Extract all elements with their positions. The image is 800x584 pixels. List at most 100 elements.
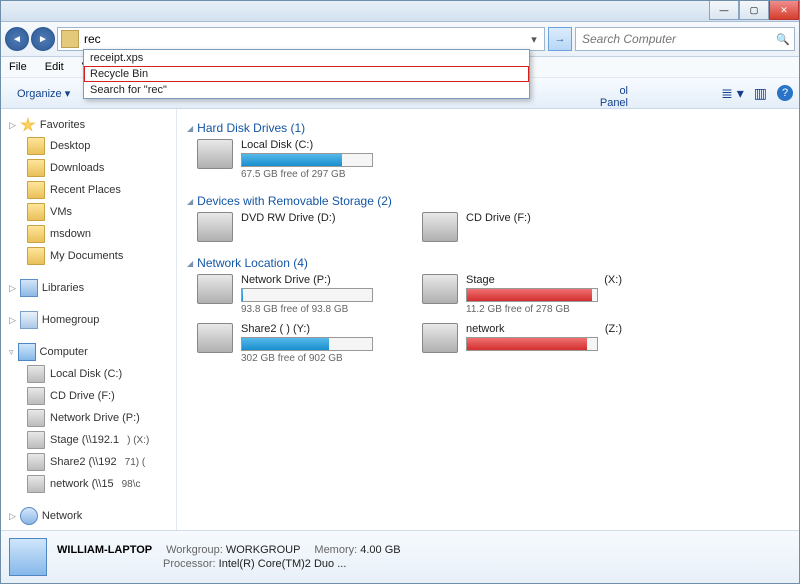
titlebar: — ▢ ✕ [1, 1, 799, 22]
homegroup-header[interactable]: ▷Homegroup [9, 309, 174, 331]
drive-network-p[interactable]: Network Drive (P:) 93.8 GB free of 93.8 … [197, 274, 397, 315]
usage-bar [466, 337, 598, 351]
minimize-button[interactable]: — [709, 1, 739, 20]
drive-network-z[interactable]: network(Z:) [422, 323, 622, 364]
address-input[interactable] [82, 31, 527, 47]
folder-icon [27, 159, 45, 177]
collapse-icon: ▷ [9, 315, 16, 326]
usage-bar [466, 288, 598, 302]
collapse-icon: ◢ [187, 124, 193, 133]
drive-local-c[interactable]: Local Disk (C:) 67.5 GB free of 297 GB [197, 139, 397, 180]
dvd-icon [197, 212, 233, 242]
sidebar-item-share2[interactable]: Share2 (\\19271) ( [9, 451, 174, 473]
collapse-icon: ◢ [187, 197, 193, 206]
hdd-icon [197, 139, 233, 169]
sidebar-item-localdisk[interactable]: Local Disk (C:) [9, 363, 174, 385]
menu-edit[interactable]: Edit [41, 60, 68, 74]
favorites-group: ▷ Favorites Desktop Downloads Recent Pla… [9, 115, 174, 267]
drive-dvd[interactable]: DVD RW Drive (D:) [197, 212, 397, 242]
drive-icon [27, 475, 45, 493]
usage-text: 302 GB free of 902 GB [241, 353, 397, 364]
suggestion-item[interactable]: Recycle Bin [84, 66, 529, 82]
libraries-group: ▷Libraries [9, 277, 174, 299]
menu-file[interactable]: File [5, 60, 31, 74]
libraries-icon [20, 279, 38, 297]
favorites-label: Favorites [40, 119, 85, 131]
maximize-button[interactable]: ▢ [739, 1, 769, 20]
forward-button[interactable]: ► [31, 27, 55, 51]
network-header[interactable]: ▷Network [9, 505, 174, 527]
sidebar-item-recent[interactable]: Recent Places [9, 179, 174, 201]
section-network[interactable]: ◢Network Location (4) [187, 256, 789, 270]
collapse-icon: ▷ [9, 511, 16, 522]
cd-icon [422, 212, 458, 242]
drive-label: CD Drive (F:) [466, 212, 622, 224]
drive-icon [27, 409, 45, 427]
drive-label: network(Z:) [466, 323, 622, 335]
address-bar[interactable]: ▾ [57, 27, 545, 51]
collapse-icon: ◢ [187, 259, 193, 268]
section-hdd[interactable]: ◢Hard Disk Drives (1) [187, 121, 789, 135]
suggestion-item[interactable]: Search for "rec" [84, 82, 529, 98]
workgroup-value: WORKGROUP [226, 544, 301, 556]
collapse-icon: ▷ [9, 120, 16, 131]
processor-label: Processor: [163, 558, 216, 570]
organize-menu[interactable]: Organize ▾ [9, 85, 78, 102]
address-dropdown-icon[interactable]: ▾ [527, 33, 541, 46]
back-button[interactable]: ◄ [5, 27, 29, 51]
sidebar-item-downloads[interactable]: Downloads [9, 157, 174, 179]
sidebar-item-stage[interactable]: Stage (\\192.1) (X:) [9, 429, 174, 451]
memory-label: Memory: [314, 544, 357, 556]
computer-icon [18, 343, 36, 361]
favorites-header[interactable]: ▷ Favorites [9, 115, 174, 135]
network-group: ▷Network [9, 505, 174, 527]
folder-icon [27, 181, 45, 199]
search-box[interactable]: 🔍 [575, 27, 795, 51]
sidebar-item-vms[interactable]: VMs [9, 201, 174, 223]
folder-icon [27, 225, 45, 243]
drive-label: Share2 ( ) (Y:) [241, 323, 397, 335]
usage-bar [241, 153, 373, 167]
netdrive-icon [422, 323, 458, 353]
usage-text: 11.2 GB free of 278 GB [466, 304, 622, 315]
netdrive-icon [197, 274, 233, 304]
suggestion-item[interactable]: receipt.xps [84, 50, 529, 66]
drive-cd[interactable]: CD Drive (F:) [422, 212, 622, 242]
drive-icon [27, 365, 45, 383]
computer-name: WILLIAM-LAPTOP [57, 544, 152, 556]
details-pane: WILLIAM-LAPTOP Workgroup: WORKGROUP Memo… [1, 530, 799, 583]
search-icon: 🔍 [776, 33, 790, 46]
address-icon [61, 30, 79, 48]
folder-icon [27, 203, 45, 221]
libraries-header[interactable]: ▷Libraries [9, 277, 174, 299]
sidebar-item-msdown[interactable]: msdown [9, 223, 174, 245]
drive-icon [27, 387, 45, 405]
folder-icon [27, 137, 45, 155]
search-input[interactable] [580, 31, 776, 47]
network-icon [20, 507, 38, 525]
netdrive-icon [422, 274, 458, 304]
drive-stage[interactable]: Stage(X:) 11.2 GB free of 278 GB [422, 274, 622, 315]
drive-label: DVD RW Drive (D:) [241, 212, 397, 224]
drive-label: Stage(X:) [466, 274, 622, 286]
sidebar-item-netdrive[interactable]: Network Drive (P:) [9, 407, 174, 429]
sidebar-item-desktop[interactable]: Desktop [9, 135, 174, 157]
workgroup-label: Workgroup: [166, 544, 223, 556]
sidebar-item-mydocs[interactable]: My Documents [9, 245, 174, 267]
computer-group: ▿Computer Local Disk (C:) CD Drive (F:) … [9, 341, 174, 495]
section-removable[interactable]: ◢Devices with Removable Storage (2) [187, 194, 789, 208]
close-button[interactable]: ✕ [769, 1, 799, 20]
usage-text: 67.5 GB free of 297 GB [241, 169, 397, 180]
main-pane: ◢Hard Disk Drives (1) Local Disk (C:) 67… [177, 109, 799, 549]
go-button[interactable]: → [548, 27, 572, 51]
drive-label: Local Disk (C:) [241, 139, 397, 151]
navigation-pane: ▷ Favorites Desktop Downloads Recent Pla… [1, 109, 177, 549]
netdrive-icon [197, 323, 233, 353]
help-icon[interactable]: ? [777, 85, 793, 101]
drive-share2[interactable]: Share2 ( ) (Y:) 302 GB free of 902 GB [197, 323, 397, 364]
sidebar-item-cddrive[interactable]: CD Drive (F:) [9, 385, 174, 407]
preview-pane-icon[interactable]: ▥ [754, 85, 767, 102]
view-options-icon[interactable]: ≣ ▾ [721, 85, 744, 102]
computer-header[interactable]: ▿Computer [9, 341, 174, 363]
sidebar-item-network[interactable]: network (\\1598\c [9, 473, 174, 495]
